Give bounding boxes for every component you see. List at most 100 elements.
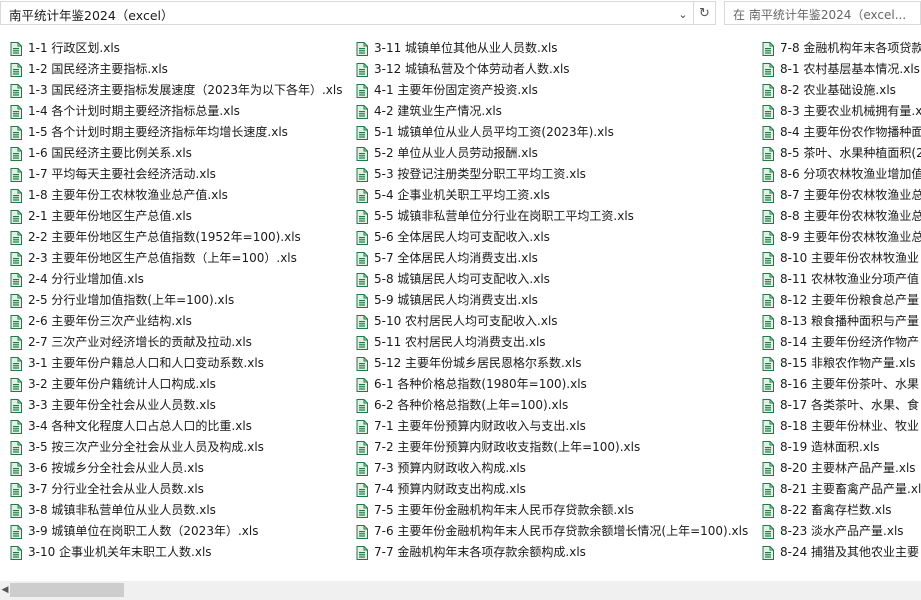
file-item[interactable]: 8-8 主要年份农林牧渔业总	[762, 206, 921, 227]
file-item[interactable]: 1-5 各个计划时期主要经济指标年均增长速度.xls	[10, 122, 350, 143]
file-item[interactable]: 8-19 造林面积.xls	[762, 437, 921, 458]
file-item[interactable]: 8-21 主要畜禽产品产量.xls	[762, 479, 921, 500]
file-item[interactable]: 8-13 粮食播种面积与产量	[762, 311, 921, 332]
refresh-icon[interactable]: ↻	[694, 1, 716, 25]
address-bar[interactable]: 南平统计年鉴2024（excel） ⌄	[0, 1, 694, 25]
file-item[interactable]: 1-3 国民经济主要指标发展速度（2023年为以下各年）.xls	[10, 80, 350, 101]
file-item[interactable]: 5-4 企事业机关职工平均工资.xls	[356, 185, 756, 206]
scroll-left-arrow-icon[interactable]: ◀	[0, 584, 10, 596]
file-item[interactable]: 3-8 城镇非私营单位从业人员数.xls	[10, 500, 350, 521]
file-item[interactable]: 8-7 主要年份农林牧渔业总	[762, 185, 921, 206]
file-item[interactable]: 5-7 全体居民人均消费支出.xls	[356, 248, 756, 269]
file-item[interactable]: 3-4 各种文化程度人口占总人口的比重.xls	[10, 416, 350, 437]
file-item[interactable]: 3-1 主要年份户籍总人口和人口变动系数.xls	[10, 353, 350, 374]
file-item[interactable]: 5-1 城镇单位从业人员平均工资(2023年).xls	[356, 122, 756, 143]
file-item[interactable]: 2-1 主要年份地区生产总值.xls	[10, 206, 350, 227]
file-item[interactable]: 7-5 主要年份金融机构年末人民币存贷款余额.xls	[356, 500, 756, 521]
file-item[interactable]: 8-4 主要年份农作物播种面	[762, 122, 921, 143]
horizontal-scrollbar[interactable]: ◀	[0, 581, 921, 600]
file-item[interactable]: 7-1 主要年份预算内财政收入与支出.xls	[356, 416, 756, 437]
file-item[interactable]: 5-12 主要年份城乡居民恩格尔系数.xls	[356, 353, 756, 374]
excel-file-icon	[10, 230, 22, 245]
file-item[interactable]: 8-16 主要年份茶叶、水果	[762, 374, 921, 395]
file-name: 7-7 金融机构年末各项存款余额构成.xls	[374, 545, 586, 559]
file-item[interactable]: 5-10 农村居民人均可支配收入.xls	[356, 311, 756, 332]
file-item[interactable]: 2-2 主要年份地区生产总值指数(1952年=100).xls	[10, 227, 350, 248]
file-name: 3-1 主要年份户籍总人口和人口变动系数.xls	[28, 356, 264, 370]
file-name: 8-13 粮食播种面积与产量	[780, 314, 920, 328]
file-item[interactable]: 8-11 农林牧渔业分项产值	[762, 269, 921, 290]
file-column-1: 1-1 行政区划.xls 1-2 国民经济主要指标.xls 1-3 国民经济主要指标…	[10, 38, 350, 563]
file-item[interactable]: 8-3 主要农业机械拥有量.xl	[762, 101, 921, 122]
file-item[interactable]: 1-4 各个计划时期主要经济指标总量.xls	[10, 101, 350, 122]
file-item[interactable]: 8-2 农业基础设施.xls	[762, 80, 921, 101]
file-item[interactable]: 4-1 主要年份固定资产投资.xls	[356, 80, 756, 101]
file-item[interactable]: 3-11 城镇单位其他从业人员数.xls	[356, 38, 756, 59]
file-item[interactable]: 3-3 主要年份全社会从业人员数.xls	[10, 395, 350, 416]
file-item[interactable]: 5-3 按登记注册类型分职工平均工资.xls	[356, 164, 756, 185]
file-item[interactable]: 2-7 三次产业对经济增长的贡献及拉动.xls	[10, 332, 350, 353]
file-item[interactable]: 1-6 国民经济主要比例关系.xls	[10, 143, 350, 164]
file-item[interactable]: 5-2 单位从业人员劳动报酬.xls	[356, 143, 756, 164]
file-item[interactable]: 5-9 城镇居民人均消费支出.xls	[356, 290, 756, 311]
file-item[interactable]: 3-6 按城乡分全社会从业人员.xls	[10, 458, 350, 479]
scroll-thumb[interactable]	[10, 583, 124, 597]
excel-file-icon	[10, 482, 22, 497]
file-item[interactable]: 5-6 全体居民人均可支配收入.xls	[356, 227, 756, 248]
file-item[interactable]: 7-2 主要年份预算内财政收支指数(上年=100).xls	[356, 437, 756, 458]
file-item[interactable]: 7-8 金融机构年末各项贷款	[762, 38, 921, 59]
file-item[interactable]: 5-8 城镇居民人均可支配收入.xls	[356, 269, 756, 290]
file-item[interactable]: 1-8 主要年份工农林牧渔业总产值.xls	[10, 185, 350, 206]
file-item[interactable]: 1-1 行政区划.xls	[10, 38, 350, 59]
file-item[interactable]: 8-6 分项农林牧渔业增加值	[762, 164, 921, 185]
search-box[interactable]: 在 南平统计年鉴2024（excel...	[724, 1, 921, 25]
file-item[interactable]: 8-10 主要年份农林牧渔业	[762, 248, 921, 269]
file-item[interactable]: 8-14 主要年份经济作物产	[762, 332, 921, 353]
file-item[interactable]: 2-4 分行业增加值.xls	[10, 269, 350, 290]
file-name: 7-1 主要年份预算内财政收入与支出.xls	[374, 419, 586, 433]
file-item[interactable]: 2-6 主要年份三次产业结构.xls	[10, 311, 350, 332]
file-item[interactable]: 3-2 主要年份户籍统计人口构成.xls	[10, 374, 350, 395]
file-item[interactable]: 2-5 分行业增加值指数(上年=100).xls	[10, 290, 350, 311]
file-item[interactable]: 8-9 主要年份农林牧渔业总	[762, 227, 921, 248]
excel-file-icon	[762, 272, 774, 287]
file-item[interactable]: 8-5 茶叶、水果种植面积(2	[762, 143, 921, 164]
file-item[interactable]: 3-12 城镇私营及个体劳动者人数.xls	[356, 59, 756, 80]
file-item[interactable]: 3-9 城镇单位在岗职工人数（2023年）.xls	[10, 521, 350, 542]
file-item[interactable]: 8-24 捕猎及其他农业主要	[762, 542, 921, 563]
file-item[interactable]: 6-2 各种价格总指数(上年=100).xls	[356, 395, 756, 416]
file-item[interactable]: 6-1 各种价格总指数(1980年=100).xls	[356, 374, 756, 395]
file-item[interactable]: 8-23 淡水产品产量.xls	[762, 521, 921, 542]
excel-file-icon	[10, 503, 22, 518]
file-item[interactable]: 8-12 主要年份粮食总产量	[762, 290, 921, 311]
chevron-down-icon[interactable]: ⌄	[677, 7, 689, 21]
file-item[interactable]: 8-20 主要林产品产量.xls	[762, 458, 921, 479]
file-item[interactable]: 8-17 各类茶叶、水果、食	[762, 395, 921, 416]
file-item[interactable]: 7-7 金融机构年末各项存款余额构成.xls	[356, 542, 756, 563]
excel-file-icon	[356, 461, 368, 476]
address-path[interactable]: 南平统计年鉴2024（excel）	[9, 5, 174, 24]
file-item[interactable]: 3-7 分行业全社会从业人员数.xls	[10, 479, 350, 500]
excel-file-icon	[356, 41, 368, 56]
file-item[interactable]: 8-1 农村基层基本情况.xls	[762, 59, 921, 80]
file-item[interactable]: 4-2 建筑业生产情况.xls	[356, 101, 756, 122]
file-item[interactable]: 3-5 按三次产业分全社会从业人员及构成.xls	[10, 437, 350, 458]
file-item[interactable]: 5-5 城镇非私营单位分行业在岗职工平均工资.xls	[356, 206, 756, 227]
file-item[interactable]: 1-7 平均每天主要社会经济活动.xls	[10, 164, 350, 185]
file-item[interactable]: 7-4 预算内财政支出构成.xls	[356, 479, 756, 500]
file-item[interactable]: 5-11 农村居民人均消费支出.xls	[356, 332, 756, 353]
file-item[interactable]: 8-18 主要年份林业、牧业	[762, 416, 921, 437]
excel-file-icon	[762, 335, 774, 350]
file-name: 1-5 各个计划时期主要经济指标年均增长速度.xls	[28, 125, 288, 139]
search-placeholder[interactable]: 在 南平统计年鉴2024（excel...	[733, 6, 906, 23]
file-item[interactable]: 7-3 预算内财政收入构成.xls	[356, 458, 756, 479]
file-item[interactable]: 3-10 企事业机关年末职工人数.xls	[10, 542, 350, 563]
file-name: 3-11 城镇单位其他从业人员数.xls	[374, 41, 558, 55]
file-item[interactable]: 8-15 非粮农作物产量.xls	[762, 353, 921, 374]
file-item[interactable]: 2-3 主要年份地区生产总值指数（上年=100）.xls	[10, 248, 350, 269]
file-item[interactable]: 8-22 畜禽存栏数.xls	[762, 500, 921, 521]
excel-file-icon	[356, 83, 368, 98]
file-item[interactable]: 7-6 主要年份金融机构年末人民币存贷款余额增长情况(上年=100).xls	[356, 521, 756, 542]
file-name: 8-11 农林牧渔业分项产值	[780, 272, 920, 286]
file-item[interactable]: 1-2 国民经济主要指标.xls	[10, 59, 350, 80]
